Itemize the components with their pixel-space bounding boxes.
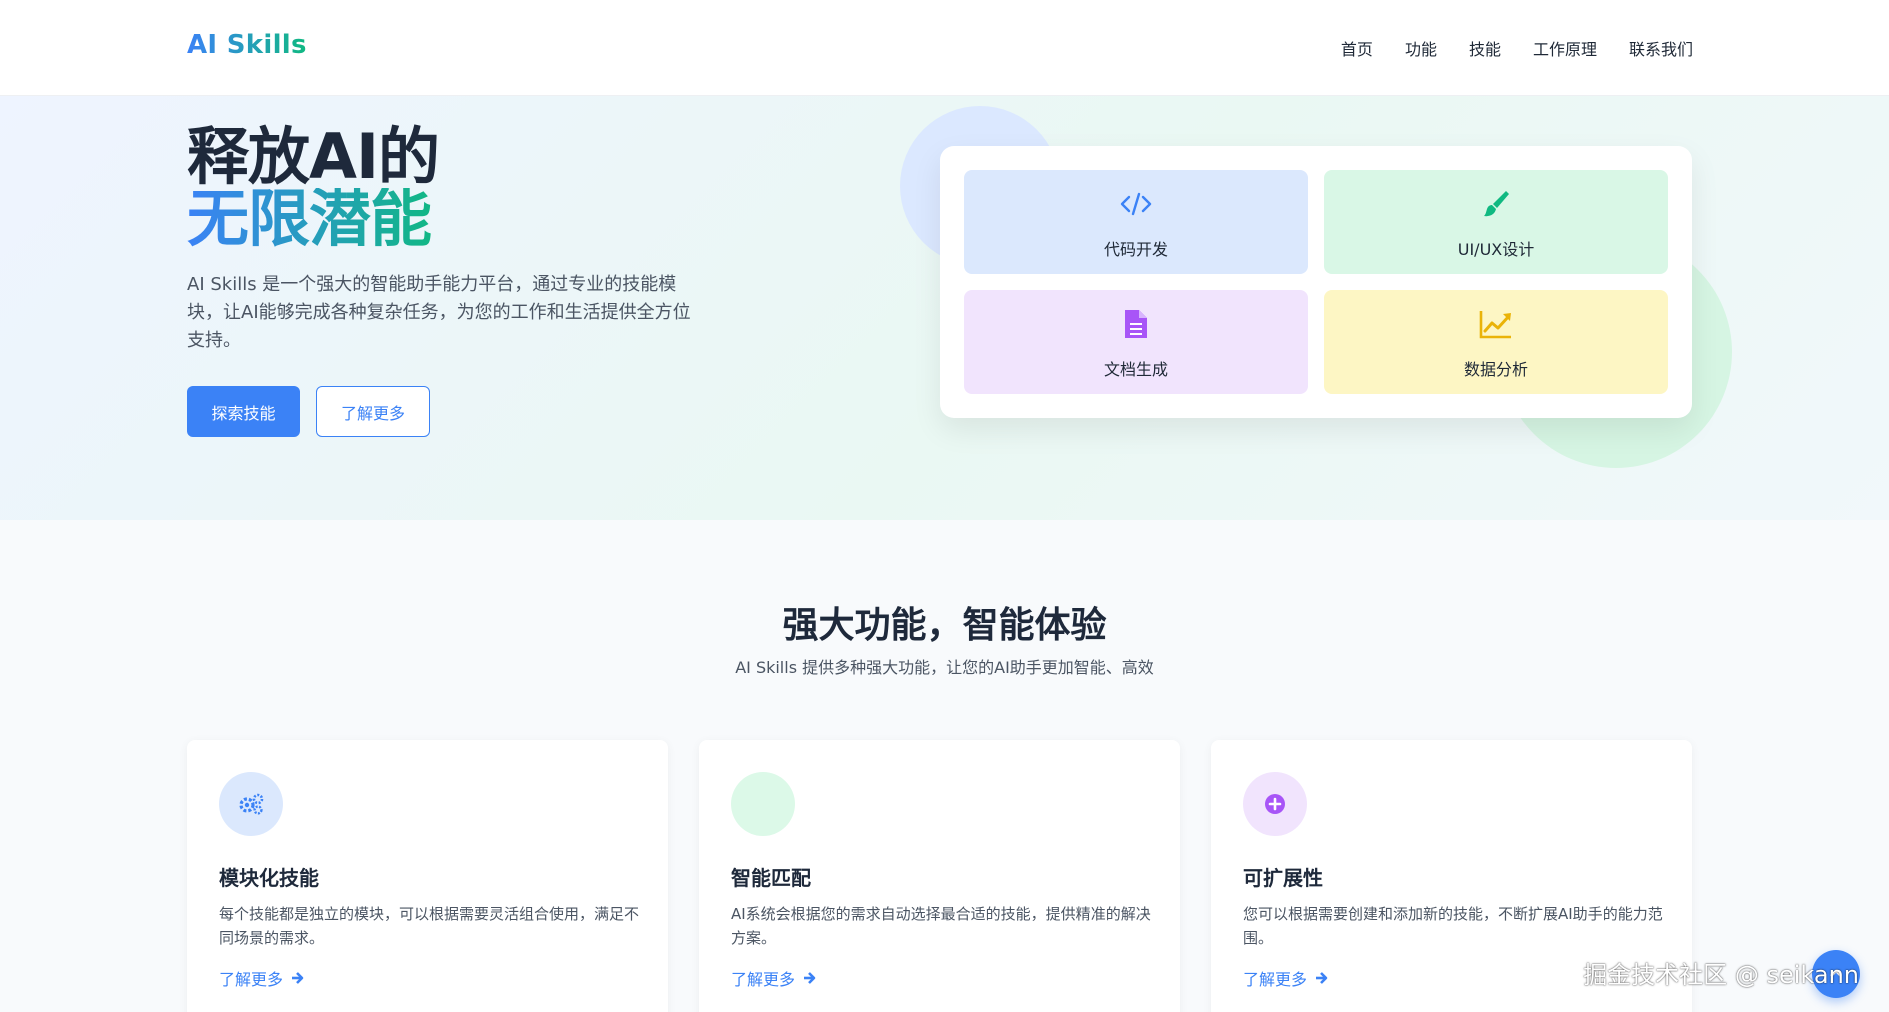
card-link-label: 了解更多 [1243,970,1308,989]
skill-label: 代码开发 [1103,240,1168,259]
hero-description: AI Skills 是一个强大的智能助手能力平台，通过专业的技能模块，让AI能够… [187,274,691,351]
nav-item-how-it-works[interactable]: 工作原理 [1533,36,1597,60]
skill-label: 数据分析 [1463,360,1528,379]
paintbrush-icon [1324,188,1668,220]
document-icon [964,308,1308,340]
hero-title-line2: 无限潜能 [187,188,439,250]
skill-tile-data[interactable]: 数据分析 [1324,290,1668,394]
nav-item-home[interactable]: 首页 [1341,36,1373,60]
skill-tile-docs[interactable]: 文档生成 [964,290,1308,394]
features-title: 强大功能，智能体验 [782,605,1107,646]
learn-more-button[interactable]: 了解更多 [316,386,430,437]
match-icon [731,772,795,836]
skill-label: 文档生成 [1103,360,1168,379]
skill-tile-code[interactable]: 代码开发 [964,170,1308,274]
arrow-right-icon [1316,972,1328,984]
feature-card-smart-match: 智能匹配 AI系统会根据您的需求自动选择最合适的技能，提供精准的解决方案。 了解… [699,740,1180,1012]
arrow-right-icon [804,972,816,984]
nav-item-skills[interactable]: 技能 [1469,36,1501,60]
card-description: 每个技能都是独立的模块，可以根据需要灵活组合使用，满足不同场景的需求。 [219,905,640,947]
code-icon [964,188,1308,220]
feature-card-modular: 模块化技能 每个技能都是独立的模块，可以根据需要灵活组合使用，满足不同场景的需求… [187,740,668,1012]
watermark: 掘金技术社区 @ seikann [1583,961,1859,989]
nav-item-contact[interactable]: 联系我们 [1629,36,1693,60]
skills-panel: 代码开发 UI/UX设计 文档生成 数据分析 [940,146,1692,418]
navbar: AI Skills 首页 功能 技能 工作原理 联系我们 [0,0,1889,96]
logo[interactable]: AI Skills [187,30,307,60]
features-subtitle: AI Skills 提供多种强大功能，让您的AI助手更加智能、高效 [735,658,1154,677]
chart-line-icon [1324,308,1668,340]
card-learn-more-link[interactable]: 了解更多 [731,966,817,990]
card-link-label: 了解更多 [219,970,284,989]
nav-item-features[interactable]: 功能 [1405,36,1437,60]
card-title: 可扩展性 [1243,866,1323,890]
card-description: AI系统会根据您的需求自动选择最合适的技能，提供精准的解决方案。 [731,905,1151,947]
hero-section: 释放AI的 无限潜能 AI Skills 是一个强大的智能助手能力平台，通过专业… [0,96,1889,520]
card-title: 模块化技能 [219,866,319,890]
skill-label: UI/UX设计 [1457,240,1535,259]
card-learn-more-link[interactable]: 了解更多 [1243,966,1329,990]
card-title: 智能匹配 [731,866,811,890]
explore-skills-button[interactable]: 探索技能 [187,386,300,437]
gears-icon [219,772,283,836]
card-learn-more-link[interactable]: 了解更多 [219,966,305,990]
plus-circle-icon [1243,772,1307,836]
card-link-label: 了解更多 [731,970,796,989]
card-description: 您可以根据需要创建和添加新的技能，不断扩展AI助手的能力范围。 [1243,905,1663,947]
skill-tile-design[interactable]: UI/UX设计 [1324,170,1668,274]
main-nav: 首页 功能 技能 工作原理 联系我们 [1309,36,1693,60]
hero-title: 释放AI的 无限潜能 [187,126,440,250]
arrow-right-icon [292,972,304,984]
